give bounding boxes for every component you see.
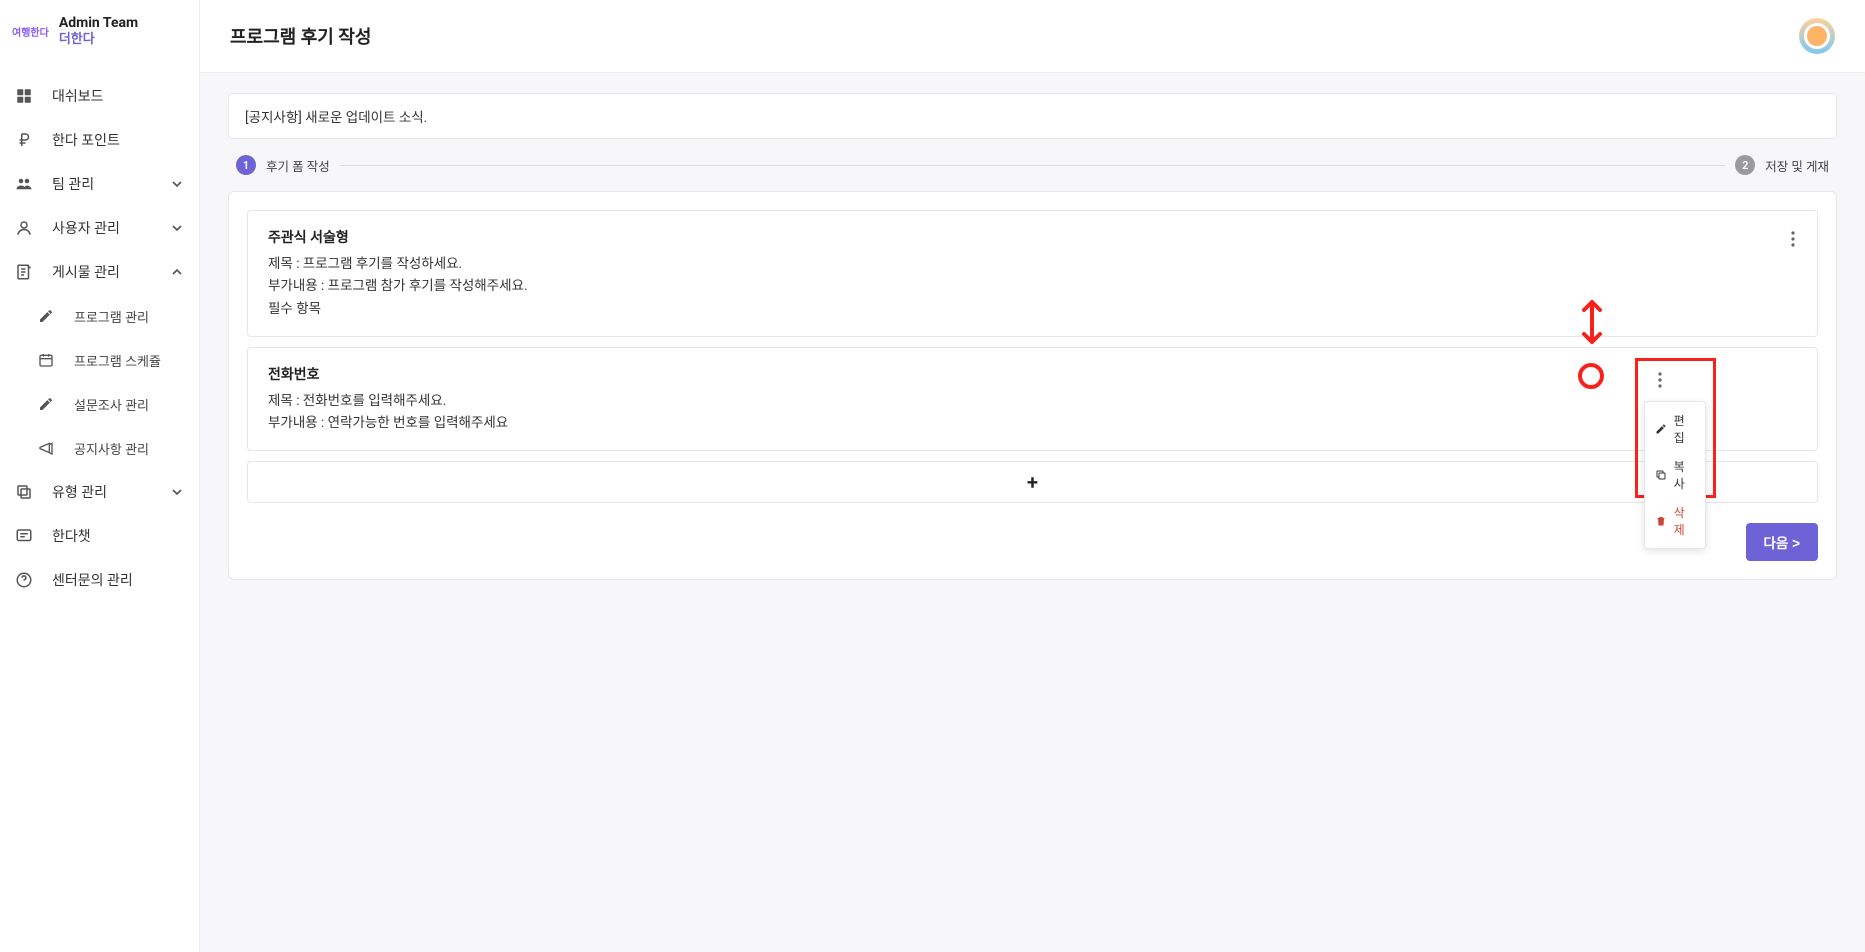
step-line	[340, 165, 1726, 166]
sidebar: 여행한다 Admin Team 더한다 대쉬보드 한다 포인트	[0, 0, 200, 952]
nav: 대쉬보드 한다 포인트 팀 관리	[0, 62, 199, 614]
question-title-line: 제목 : 프로그램 후기를 작성하세요.	[268, 253, 1789, 275]
nav-label: 설문조사 관리	[74, 395, 185, 414]
question-title-line: 제목 : 전화번호를 입력해주세요.	[268, 390, 1797, 412]
sidebar-item-dashboard[interactable]: 대쉬보드	[0, 74, 199, 118]
notice-text: [공지사항] 새로운 업데이트 소식.	[245, 110, 427, 126]
megaphone-icon	[36, 438, 56, 458]
menu-item-edit[interactable]: 편집	[1645, 406, 1705, 452]
chevron-down-icon	[169, 176, 185, 192]
stepper: 1 후기 폼 작성 2 저장 및 게재	[228, 139, 1837, 191]
main: 프로그램 후기 작성 [공지사항] 새로운 업데이트 소식. 1 후기 폼 작성…	[200, 0, 1865, 952]
nav-label: 프로그램 관리	[74, 307, 185, 326]
top-bar: 프로그램 후기 작성	[200, 0, 1865, 73]
step-badge-1: 1	[236, 155, 256, 175]
step-label-1: 후기 폼 작성	[266, 156, 330, 175]
chevron-up-icon	[169, 264, 185, 280]
dashboard-icon	[14, 86, 34, 106]
page-title: 프로그램 후기 작성	[230, 23, 371, 49]
sidebar-item-notice-manage[interactable]: 공지사항 관리	[22, 426, 199, 470]
dots-vertical-icon	[1791, 231, 1795, 247]
menu-item-copy[interactable]: 복사	[1645, 452, 1705, 498]
question-menu-button-active[interactable]	[1658, 372, 1662, 388]
post-icon	[14, 262, 34, 282]
form-card: 주관식 서술형 제목 : 프로그램 후기를 작성하세요. 부가내용 : 프로그램…	[228, 191, 1837, 580]
calendar-icon	[36, 350, 56, 370]
avatar[interactable]	[1799, 18, 1835, 54]
sidebar-header: 여행한다 Admin Team 더한다	[0, 0, 199, 62]
help-icon	[14, 570, 34, 590]
avatar-image	[1804, 23, 1830, 49]
chevron-down-icon	[169, 220, 185, 236]
question-menu-button[interactable]	[1789, 227, 1797, 251]
nav-label: 팀 관리	[52, 174, 151, 194]
nav-label: 게시물 관리	[52, 262, 151, 282]
copy-icon	[1655, 469, 1668, 482]
person-icon	[14, 218, 34, 238]
logo-icon: 여행한다	[12, 24, 49, 39]
nav-label: 유형 관리	[52, 482, 151, 502]
sidebar-item-program-schedule[interactable]: 프로그램 스케쥴	[22, 338, 199, 382]
plus-icon: +	[1027, 470, 1038, 494]
context-menu: 편집 복사 삭제	[1644, 401, 1706, 549]
pencil-icon	[36, 306, 56, 326]
step-badge-2: 2	[1735, 155, 1755, 175]
brand-title: Admin Team	[59, 15, 138, 32]
chat-icon	[14, 526, 34, 546]
sidebar-item-survey-manage[interactable]: 설문조사 관리	[22, 382, 199, 426]
menu-item-label: 삭제	[1674, 504, 1695, 538]
menu-item-label: 복사	[1674, 458, 1695, 492]
menu-item-delete[interactable]: 삭제	[1645, 498, 1705, 544]
sidebar-item-types[interactable]: 유형 관리	[0, 470, 199, 514]
nav-label: 센터문의 관리	[52, 570, 185, 590]
step-label-2: 저장 및 게재	[1765, 156, 1829, 175]
menu-item-label: 편집	[1674, 412, 1695, 446]
brand-subtitle: 더한다	[59, 32, 138, 48]
question-required-line: 필수 항목	[268, 298, 1789, 320]
content: [공지사항] 새로운 업데이트 소식. 1 후기 폼 작성 2 저장 및 게재 …	[200, 73, 1865, 952]
sidebar-item-points[interactable]: 한다 포인트	[0, 118, 199, 162]
sidebar-item-program-manage[interactable]: 프로그램 관리	[22, 294, 199, 338]
sidebar-item-posts[interactable]: 게시물 관리	[0, 250, 199, 294]
people-icon	[14, 174, 34, 194]
pencil-icon	[36, 394, 56, 414]
question-type-label: 전화번호	[268, 364, 1797, 384]
copies-icon	[14, 482, 34, 502]
nav-label: 프로그램 스케쥴	[74, 351, 185, 370]
sidebar-item-chat[interactable]: 한다챗	[0, 514, 199, 558]
nav-label: 사용자 관리	[52, 218, 151, 238]
question-detail-line: 부가내용 : 프로그램 참가 후기를 작성해주세요.	[268, 275, 1789, 297]
add-question-button[interactable]: +	[247, 461, 1818, 503]
chevron-down-icon	[169, 484, 185, 500]
ruble-icon	[14, 130, 34, 150]
nav-label: 공지사항 관리	[74, 439, 185, 458]
pencil-icon	[1655, 423, 1668, 436]
question-block[interactable]: 주관식 서술형 제목 : 프로그램 후기를 작성하세요. 부가내용 : 프로그램…	[247, 210, 1818, 337]
notice-bar[interactable]: [공지사항] 새로운 업데이트 소식.	[228, 93, 1837, 139]
nav-label: 대쉬보드	[52, 86, 185, 106]
question-block[interactable]: 전화번호 제목 : 전화번호를 입력해주세요. 부가내용 : 연락가능한 번호를…	[247, 347, 1818, 452]
sidebar-item-users[interactable]: 사용자 관리	[0, 206, 199, 250]
question-detail-line: 부가내용 : 연락가능한 번호를 입력해주세요	[268, 412, 1797, 434]
sidebar-item-team[interactable]: 팀 관리	[0, 162, 199, 206]
question-type-label: 주관식 서술형	[268, 227, 1789, 247]
nav-label: 한다 포인트	[52, 130, 185, 150]
dots-vertical-icon	[1658, 372, 1662, 388]
next-button[interactable]: 다음 >	[1746, 523, 1818, 561]
trash-icon	[1655, 515, 1668, 528]
nav-label: 한다챗	[52, 526, 185, 546]
sidebar-item-inquiries[interactable]: 센터문의 관리	[0, 558, 199, 602]
